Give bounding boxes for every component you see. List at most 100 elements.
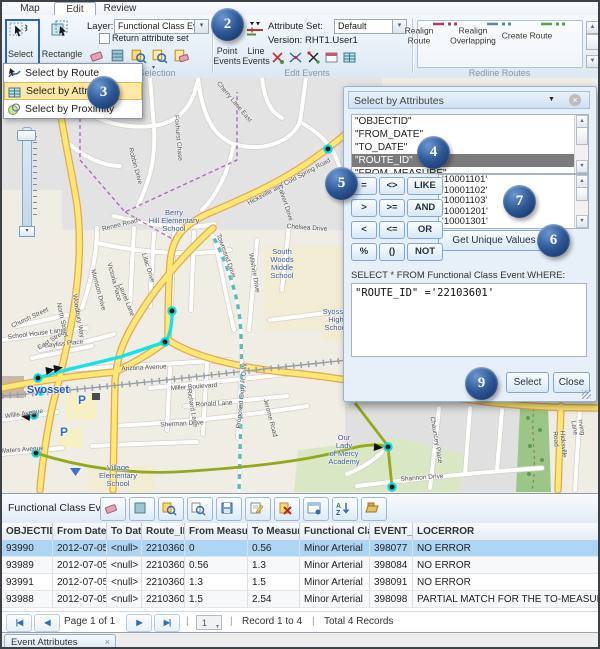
dialog-resize-grip[interactable]: [582, 390, 591, 399]
create-route-button[interactable]: Create Route: [527, 16, 579, 59]
map-zoom-slider-handle[interactable]: [17, 130, 36, 141]
operator-button-()[interactable]: (): [379, 243, 405, 261]
operator-button-<>[interactable]: <>: [379, 177, 405, 195]
rectangle-tool-icon[interactable]: [51, 20, 72, 41]
select-button[interactable]: Select: [5, 49, 36, 59]
edit-record-button[interactable]: [245, 497, 271, 521]
layer-combobox[interactable]: Functional Class Event: [114, 19, 199, 34]
map-zoom-slider-bottom[interactable]: ▾: [19, 226, 35, 237]
operator-button-<=[interactable]: <=: [379, 221, 405, 239]
scroll-down-icon[interactable]: ▼: [576, 160, 588, 173]
attribute-set-combobox[interactable]: Default: [334, 19, 397, 34]
table-cell: Minor Arterial: [300, 557, 370, 574]
values-list-scrollbar[interactable]: ▲ ▼: [574, 175, 588, 228]
window-tab-edit[interactable]: Edit: [54, 2, 96, 15]
window-tab-review[interactable]: Review: [96, 2, 144, 14]
scroll-down-icon[interactable]: ▼: [576, 215, 588, 228]
table-row[interactable]: 939892012-07-05<null>221036010.561.3Mino…: [2, 557, 598, 574]
get-unique-values-button[interactable]: Get Unique Values: [438, 230, 550, 251]
map-marker-triangle: [70, 468, 81, 476]
line-events-icon[interactable]: [246, 20, 264, 38]
save-button[interactable]: [216, 497, 242, 521]
page-prev-button[interactable]: ◀: [34, 614, 60, 632]
clear-results-icon[interactable]: [172, 47, 189, 64]
where-clause-input[interactable]: "ROUTE_ID" ='22103601': [351, 283, 587, 357]
column-header-objectid[interactable]: OBJECTID: [2, 523, 53, 540]
table-cell: NO ERROR: [413, 557, 600, 574]
table-row[interactable]: 939882012-07-05<null>221036011.52.54Mino…: [2, 591, 598, 608]
operator-button-LIKE[interactable]: LIKE: [407, 177, 443, 195]
layer-combobox-arrow[interactable]: ▾: [194, 19, 209, 34]
field-item[interactable]: "FROM_DATE": [352, 128, 575, 141]
select-all-button[interactable]: [129, 497, 155, 521]
event-attributes-tab[interactable]: Event Attributes ×: [4, 634, 116, 649]
menu-item-select-by-attributes[interactable]: Select by Attributes: [4, 82, 142, 100]
operator-button-OR[interactable]: OR: [407, 221, 443, 239]
snap-event-icon[interactable]: [306, 50, 323, 67]
select-query-button[interactable]: Select: [506, 372, 549, 393]
operator-button-%[interactable]: %: [351, 243, 377, 261]
ribbon-scroll-thumb[interactable]: [586, 34, 599, 50]
zoom-to-selected-button[interactable]: [158, 497, 184, 521]
column-header-from-measure[interactable]: From Measure: [185, 523, 248, 540]
ribbon-scroll-down[interactable]: ▼: [586, 55, 599, 68]
column-header-locerror[interactable]: LOCERROR: [413, 523, 600, 540]
return-attribute-set-checkbox[interactable]: [99, 33, 110, 44]
zoom-to-record-button[interactable]: [187, 497, 213, 521]
field-item[interactable]: "ROUTE_ID": [352, 154, 575, 167]
value-item[interactable]: '10001101': [439, 175, 575, 186]
menu-item-select-by-route[interactable]: Select by Route: [4, 64, 142, 82]
page-first-button[interactable]: |◀: [6, 614, 32, 632]
dialog-dropdown-icon[interactable]: ▼: [548, 96, 555, 103]
operator-button-NOT[interactable]: NOT: [407, 243, 443, 261]
field-item[interactable]: "TO_DATE": [352, 141, 575, 154]
table-cell: 1.3: [185, 574, 248, 591]
scroll-thumb[interactable]: [576, 187, 588, 201]
table-cell: 1.5: [185, 591, 248, 608]
delete-record-button[interactable]: [274, 497, 300, 521]
field-list[interactable]: "OBJECTID""FROM_DATE""TO_DATE""ROUTE_ID"…: [351, 114, 589, 174]
operator-button->[interactable]: >: [351, 199, 377, 217]
field-list-scrollbar[interactable]: ▲ ▼: [574, 115, 588, 173]
map-zoom-slider-track[interactable]: [22, 127, 32, 234]
table-row[interactable]: 939912012-07-05<null>221036011.31.5Minor…: [2, 574, 598, 591]
page-last-button[interactable]: ▶|: [154, 614, 180, 632]
sort-az-button[interactable]: AZ: [332, 497, 358, 521]
field-item[interactable]: "OBJECTID": [352, 115, 575, 128]
column-header-route-id[interactable]: Route_ID: [142, 523, 185, 540]
column-header-event-id[interactable]: EVENT_ID: [370, 523, 413, 540]
event-grid-icon[interactable]: [342, 50, 359, 67]
zoom-to-selected-icon[interactable]: [130, 47, 147, 64]
clear-selection-eraser-icon[interactable]: [88, 47, 105, 64]
zoom-to-page-icon[interactable]: [151, 47, 168, 64]
select-tool-icon[interactable]: [9, 21, 29, 41]
scroll-thumb[interactable]: [576, 127, 588, 145]
operator-button->=[interactable]: >=: [379, 199, 405, 217]
split-event-icon[interactable]: [270, 50, 287, 67]
window-tab-map[interactable]: Map: [10, 2, 50, 14]
column-header-functional-class[interactable]: Functional Class: [300, 523, 370, 540]
rectangle-button[interactable]: Rectangle: [40, 49, 84, 59]
ribbon-scroll-up[interactable]: ▲: [586, 21, 599, 34]
attribute-table-icon[interactable]: [109, 47, 126, 64]
attribute-window-button[interactable]: [303, 497, 329, 521]
select-by-proximity-icon: [7, 102, 21, 116]
event-panel-icon[interactable]: [324, 50, 341, 67]
tab-close-icon[interactable]: ×: [105, 635, 110, 649]
page-next-button[interactable]: ▶: [126, 614, 152, 632]
column-header-to-date[interactable]: To Date: [107, 523, 142, 540]
table-row[interactable]: 939902012-07-05<null>2210360100.56Minor …: [2, 540, 598, 557]
merge-event-icon[interactable]: [288, 50, 305, 67]
field-item[interactable]: "FROM_MEASURE": [352, 167, 575, 174]
menu-item-select-by-proximity[interactable]: Select by Proximity: [4, 100, 142, 118]
page-number-select[interactable]: 1▾: [196, 615, 222, 630]
table-cell: Minor Arterial: [300, 591, 370, 608]
operator-button-AND[interactable]: AND: [407, 199, 443, 217]
operator-button-<[interactable]: <: [351, 221, 377, 239]
column-header-to-measure[interactable]: To Measure: [248, 523, 300, 540]
eraser-button[interactable]: [100, 497, 126, 521]
dialog-close-icon[interactable]: ×: [569, 94, 581, 106]
open-attribute-set-button[interactable]: [361, 497, 387, 521]
table-cell: NO ERROR: [413, 574, 600, 591]
column-header-from-date[interactable]: From Date: [53, 523, 107, 540]
